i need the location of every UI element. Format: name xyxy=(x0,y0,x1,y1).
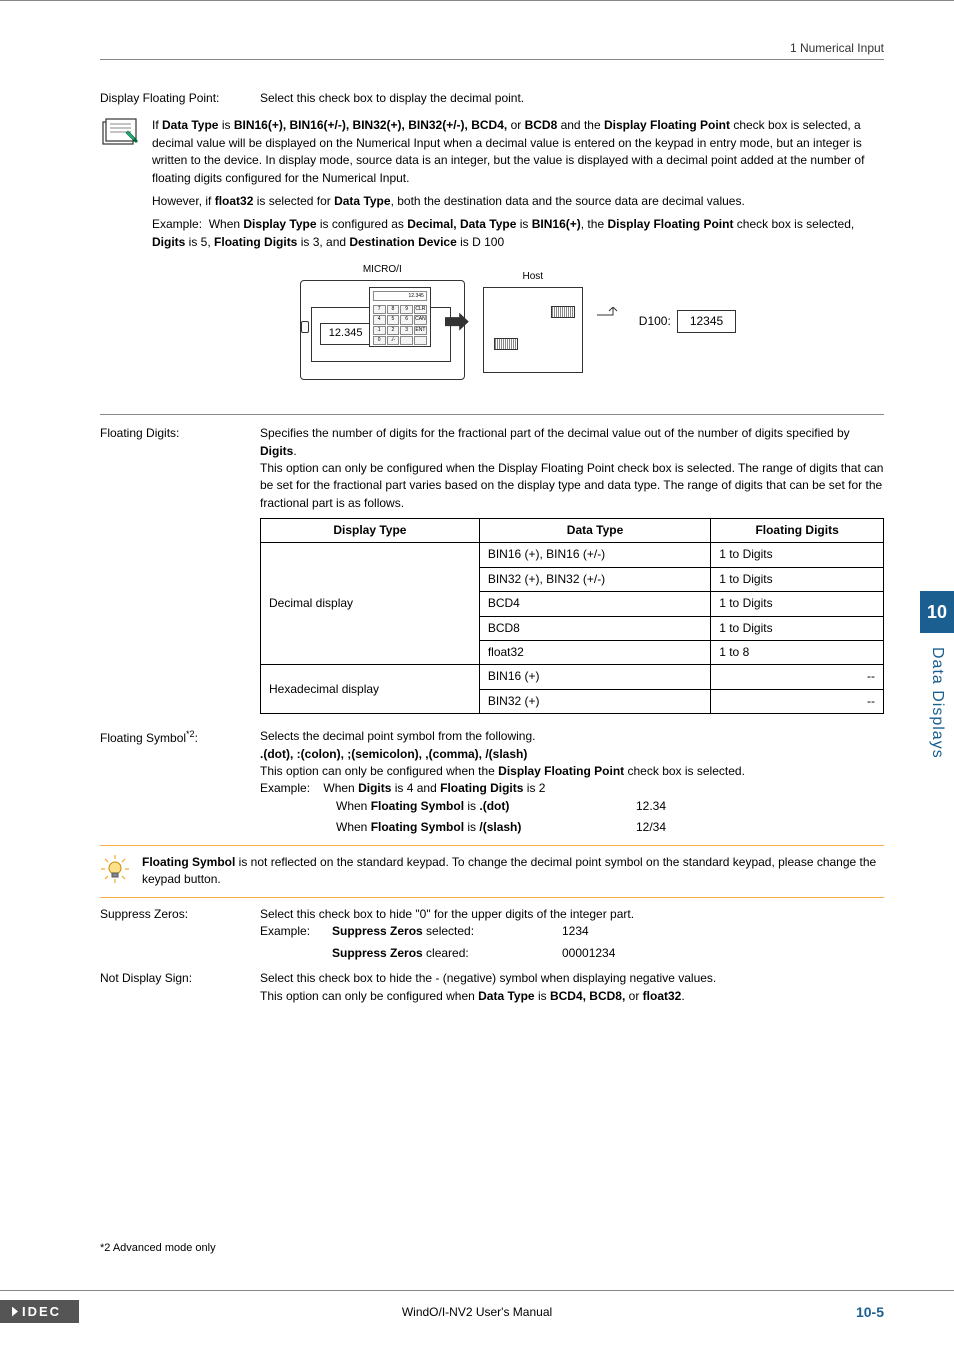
footer: IDEC WindO/I-NV2 User's Manual 10-5 xyxy=(0,1290,954,1322)
not-display-sign-p1: Select this check box to hide the - (neg… xyxy=(260,970,884,987)
link-line-icon xyxy=(597,307,625,337)
label-display-floating-point: Display Floating Point: xyxy=(100,90,260,107)
diagram-d-value: 12345 xyxy=(677,310,736,333)
th-display-type: Display Type xyxy=(261,519,480,543)
suppress-zeros-ex1: Suppress Zeros selected: xyxy=(332,923,562,940)
note-icon xyxy=(100,117,140,156)
label-floating-digits: Floating Digits: xyxy=(100,425,260,714)
floating-symbol-p2: This option can only be configured when … xyxy=(260,763,884,780)
floating-symbol-ex1-val: 12.34 xyxy=(636,798,716,815)
desc-display-floating-point: Select this check box to display the dec… xyxy=(260,90,884,107)
floating-symbol-p1: Selects the decimal point symbol from th… xyxy=(260,728,884,745)
chapter-title: Data Displays xyxy=(928,647,946,759)
tip-note: Floating Symbol is not reflected on the … xyxy=(100,845,884,898)
suppress-zeros-desc: Select this check box to hide "0" for th… xyxy=(260,906,884,923)
tip-text: Floating Symbol is not reflected on the … xyxy=(142,854,884,889)
footer-title: WindO/I-NV2 User's Manual xyxy=(402,1305,552,1319)
table-row: Decimal display BIN16 (+), BIN16 (+/-)1 … xyxy=(261,543,884,567)
header-rule xyxy=(100,59,884,60)
floating-digits-p2: This option can only be configured when … xyxy=(260,460,884,512)
diagram-keypad-grid: 789CLR 456CAN 123ENT 0./- xyxy=(373,305,427,343)
suppress-zeros-ex2-val: 00001234 xyxy=(562,945,682,962)
note1-p2: However, if float32 is selected for Data… xyxy=(152,193,884,210)
floating-symbol-ex0: Example: When Digits is 4 and Floating D… xyxy=(260,780,884,797)
info-note-1: If Data Type is BIN16(+), BIN16(+/-), BI… xyxy=(100,117,884,400)
note1-p1: If Data Type is BIN16(+), BIN16(+/-), BI… xyxy=(152,117,884,187)
label-floating-symbol: Floating Symbol*2: xyxy=(100,728,260,836)
th-floating-digits: Floating Digits xyxy=(711,519,884,543)
note1-p3: Example: When Display Type is configured… xyxy=(152,216,884,251)
not-display-sign-p2: This option can only be configured when … xyxy=(260,988,884,1005)
diagram-microi-label: MICRO/I xyxy=(363,263,402,278)
example-label: Example: xyxy=(260,923,332,940)
chapter-tab: 10 Data Displays xyxy=(920,591,954,791)
diagram-microi-value: 12.345 xyxy=(320,323,372,345)
table-row: Hexadecimal display BIN16 (+)-- xyxy=(261,665,884,689)
th-data-type: Data Type xyxy=(479,519,710,543)
page-content: Display Floating Point: Select this chec… xyxy=(100,90,884,1005)
suppress-zeros-ex2: Suppress Zeros cleared: xyxy=(332,945,562,962)
divider xyxy=(100,414,884,415)
diagram-keypad: 12.345 789CLR 456CAN 123ENT 0./- xyxy=(369,287,431,347)
floating-symbol-ex1: When Floating Symbol is .(dot) xyxy=(336,798,636,815)
suppress-zeros-ex1-val: 1234 xyxy=(562,923,682,940)
diagram-keypad-display: 12.345 xyxy=(373,291,427,301)
example-diagram: MICRO/I 12.345 12.345 789CLR 456CAN xyxy=(152,261,884,382)
label-not-display-sign: Not Display Sign: xyxy=(100,970,260,1005)
page-number: 10-5 xyxy=(856,1304,884,1320)
brand-badge: IDEC xyxy=(0,1300,79,1323)
diagram-host-box xyxy=(483,287,583,373)
chapter-number: 10 xyxy=(920,591,954,633)
footnote: *2 Advanced mode only xyxy=(100,1242,216,1254)
floating-symbol-ex2-val: 12/34 xyxy=(636,819,716,836)
floating-symbol-list: .(dot), :(colon), ;(semicolon), ,(comma)… xyxy=(260,746,884,763)
floating-digits-p1: Specifies the number of digits for the f… xyxy=(260,425,884,460)
label-suppress-zeros: Suppress Zeros: xyxy=(100,906,260,962)
header-section: 1 Numerical Input xyxy=(100,41,884,55)
floating-digits-table: Display Type Data Type Floating Digits D… xyxy=(260,518,884,714)
diagram-d-label: D100: xyxy=(639,313,671,330)
floating-symbol-ex2: When Floating Symbol is /(slash) xyxy=(336,819,636,836)
diagram-host-label: Host xyxy=(523,270,544,285)
lightbulb-icon xyxy=(100,854,130,889)
